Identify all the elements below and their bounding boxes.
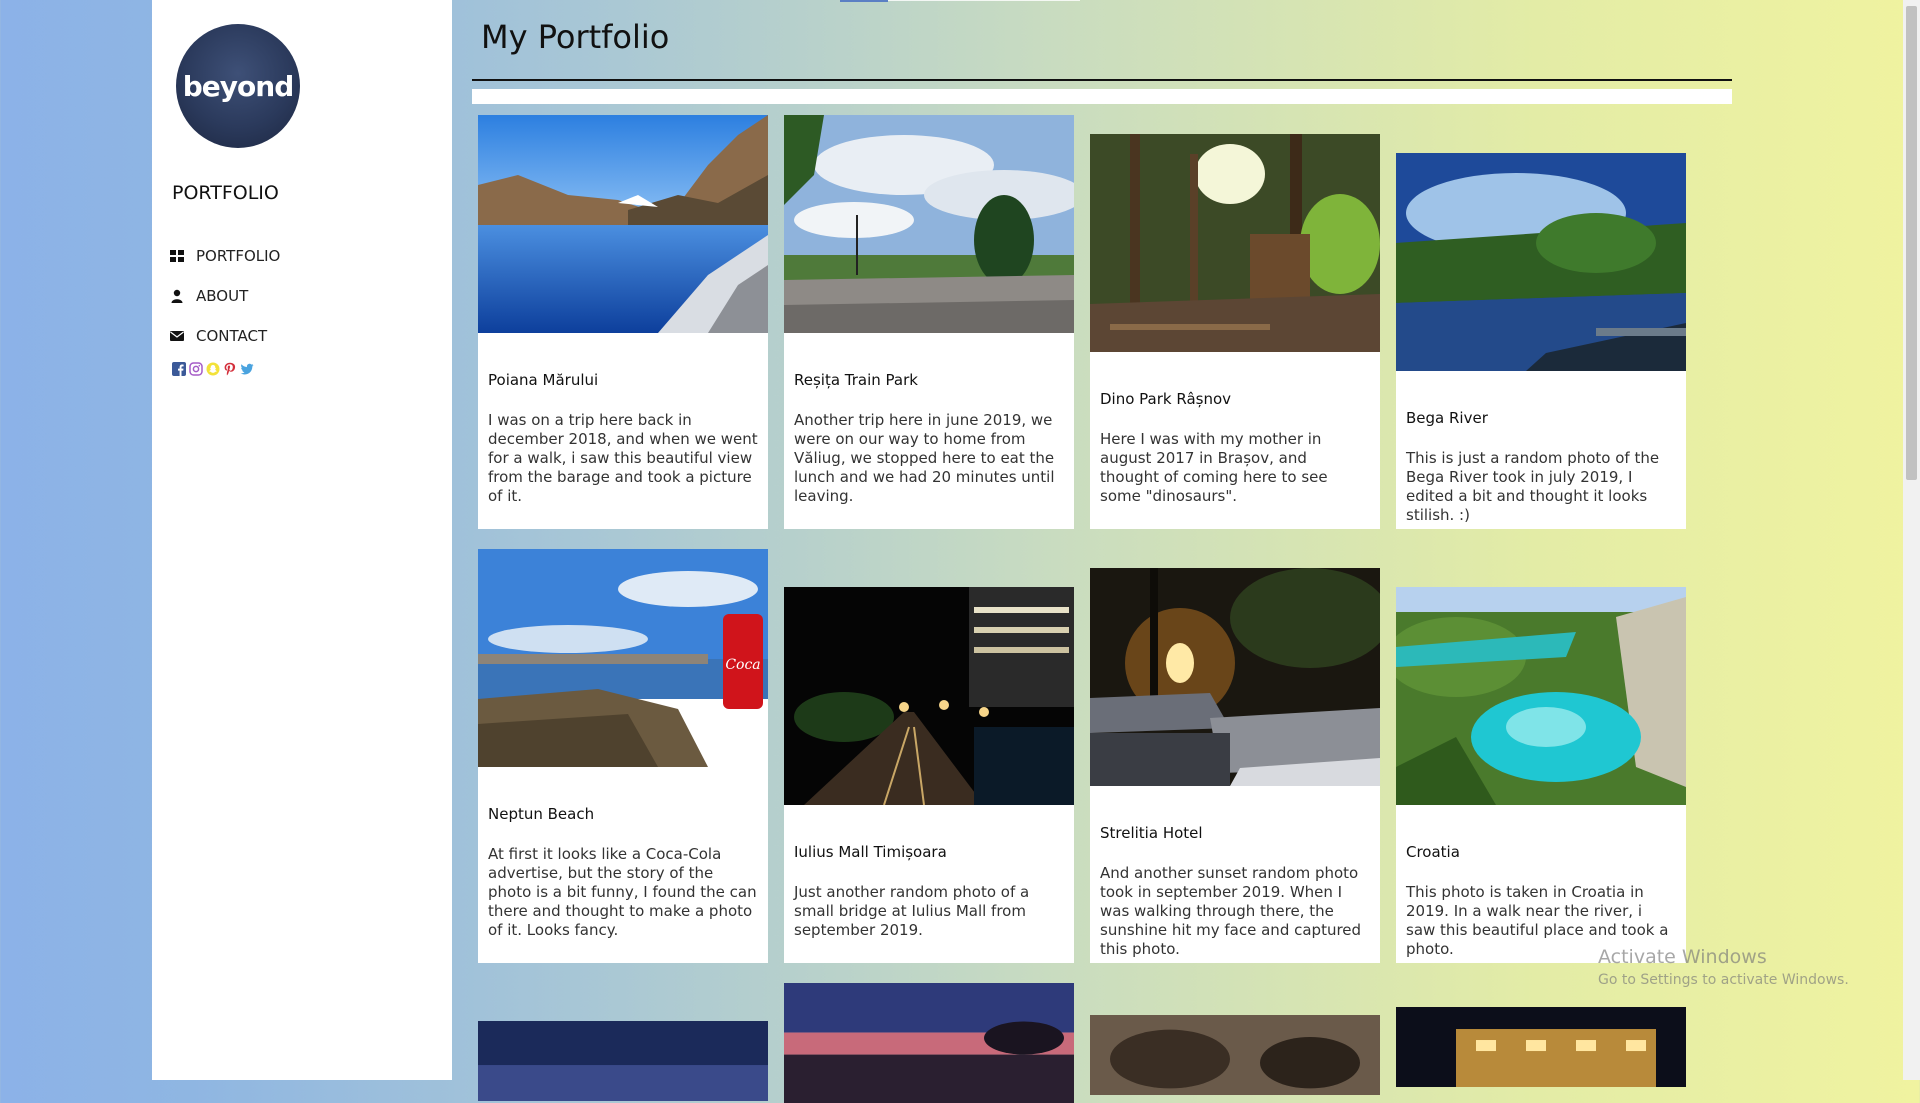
social-links	[172, 362, 254, 376]
facebook-icon[interactable]	[172, 362, 186, 376]
card-photo[interactable]	[1396, 1007, 1686, 1087]
card-description: At first it looks like a Coca-Cola adver…	[488, 845, 757, 939]
card-photo[interactable]	[784, 983, 1074, 1103]
card-description: I was on a trip here back in december 20…	[488, 411, 758, 505]
card-photo[interactable]	[1090, 568, 1380, 786]
card-description: Just another random photo of a small bri…	[794, 883, 1030, 939]
portfolio-card[interactable]: Dino Park Râșnov Here I was with my moth…	[1090, 134, 1380, 529]
activation-watermark: Activate Windows Go to Settings to activ…	[1598, 946, 1849, 988]
portfolio-card[interactable]	[1090, 1015, 1380, 1095]
sidebar-item-label: ABOUT	[196, 287, 249, 305]
card-title: Neptun Beach	[488, 805, 595, 823]
sidebar-item-portfolio[interactable]: PORTFOLIO	[170, 236, 280, 276]
envelope-icon	[170, 331, 184, 341]
sidebar-item-about[interactable]: ABOUT	[170, 276, 280, 316]
logo-text: beyond	[182, 69, 294, 103]
snapchat-icon[interactable]	[206, 362, 220, 376]
card-title: Reșița Train Park	[794, 371, 918, 389]
logo[interactable]: beyond	[176, 24, 300, 148]
instagram-icon[interactable]	[189, 362, 203, 376]
card-title: Strelitia Hotel	[1100, 824, 1203, 842]
card-description: Here I was with my mother in august 2017…	[1100, 430, 1328, 505]
card-photo[interactable]: Coca	[478, 549, 768, 767]
user-icon	[171, 289, 183, 303]
card-photo[interactable]	[1090, 134, 1380, 352]
card-photo[interactable]	[784, 587, 1074, 805]
sidebar-item-contact[interactable]: CONTACT	[170, 316, 280, 356]
scrollbar-thumb[interactable]	[1906, 6, 1917, 480]
card-photo[interactable]	[1090, 1015, 1380, 1095]
title-divider	[472, 79, 1732, 81]
portfolio-card[interactable]: Strelitia Hotel And another sunset rando…	[1090, 568, 1380, 963]
portfolio-card[interactable]: Coca Neptun Beach At first it looks like…	[478, 549, 768, 963]
page-title: My Portfolio	[481, 18, 670, 56]
portfolio-card[interactable]: Bega River This is just a random photo o…	[1396, 153, 1686, 529]
card-photo[interactable]	[478, 1021, 768, 1101]
card-photo[interactable]	[478, 115, 768, 333]
card-title: Dino Park Râșnov	[1100, 390, 1232, 408]
card-photo[interactable]	[1396, 587, 1686, 805]
portfolio-card[interactable]: Iulius Mall Timișoara Just another rando…	[784, 587, 1074, 963]
portfolio-card[interactable]: Croatia This photo is taken in Croatia i…	[1396, 587, 1686, 963]
portfolio-card[interactable]	[478, 1021, 768, 1101]
card-description: Another trip here in june 2019, we were …	[794, 411, 1055, 505]
card-title: Croatia	[1406, 843, 1460, 861]
svg-text:Coca: Coca	[725, 657, 760, 673]
sidebar-item-label: CONTACT	[196, 327, 268, 345]
card-title: Iulius Mall Timișoara	[794, 843, 947, 861]
sidebar-nav: PORTFOLIO ABOUT CONTACT	[170, 236, 280, 356]
sidebar-title: PORTFOLIO	[172, 182, 279, 204]
sidebar-item-label: PORTFOLIO	[196, 247, 281, 265]
sidebar: beyond PORTFOLIO PORTFOLIO ABOUT CONTACT	[152, 0, 452, 1080]
watermark-title: Activate Windows	[1598, 946, 1767, 968]
top-accent-line	[840, 0, 888, 2]
pinterest-icon[interactable]	[223, 362, 237, 376]
portfolio-card[interactable]	[1396, 1007, 1686, 1087]
card-title: Poiana Mărului	[488, 371, 599, 389]
card-photo[interactable]	[784, 115, 1074, 333]
watermark-subtitle: Go to Settings to activate Windows.	[1598, 972, 1849, 988]
portfolio-card[interactable]	[784, 983, 1074, 1103]
card-photo[interactable]	[1396, 153, 1686, 371]
twitter-icon[interactable]	[240, 362, 254, 376]
card-description: And another sunset random photo took in …	[1100, 864, 1362, 958]
portfolio-card[interactable]: Reșița Train Park Another trip here in j…	[784, 115, 1074, 529]
title-bar	[472, 89, 1732, 104]
card-title: Bega River	[1406, 409, 1488, 427]
grid-icon	[170, 250, 184, 262]
portfolio-card[interactable]: Poiana Mărului I was on a trip here back…	[478, 115, 768, 529]
card-description: This is just a random photo of the Bega …	[1406, 449, 1660, 524]
top-accent-line-light	[888, 0, 1080, 1]
